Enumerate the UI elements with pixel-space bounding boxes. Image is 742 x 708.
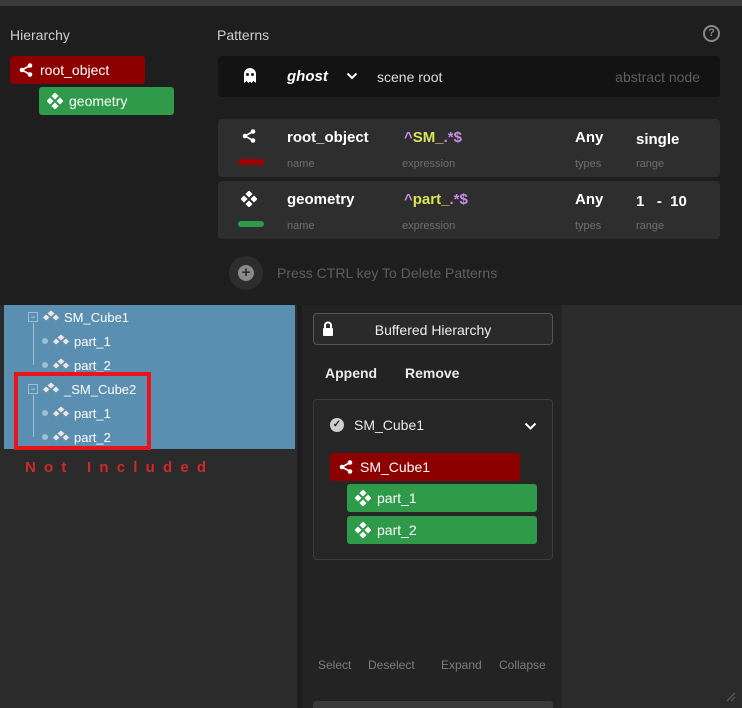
pattern-range[interactable]: 1 - 10 xyxy=(636,193,687,210)
pattern-types[interactable]: Any xyxy=(575,191,603,208)
hierarchy-node-root-object[interactable]: root_object xyxy=(10,56,145,84)
chevron-down-icon[interactable] xyxy=(346,69,358,87)
expression-caret: ^ xyxy=(404,129,413,146)
tree-item-part-1[interactable]: part_1 xyxy=(42,331,111,351)
hierarchy-node-label: geometry xyxy=(69,93,128,109)
pattern-expression[interactable]: ^SM_.*$ xyxy=(404,129,462,146)
hierarchy-node-label: root_object xyxy=(40,62,110,78)
tree-item-label: SM_Cube1 xyxy=(64,309,130,325)
buffered-node-part-1[interactable]: part_1 xyxy=(347,484,537,512)
pattern-expression[interactable]: ^part_.*$ xyxy=(404,191,468,208)
chevron-down-icon[interactable] xyxy=(524,419,537,437)
pattern-name[interactable]: root_object xyxy=(287,129,369,146)
mesh-group-icon xyxy=(42,309,60,326)
tree-dot xyxy=(42,362,48,368)
remove-button[interactable]: Remove xyxy=(405,365,459,381)
diamond-cluster-icon xyxy=(355,490,371,506)
pattern-types[interactable]: Any xyxy=(575,129,603,146)
ghost-name: ghost xyxy=(287,68,328,85)
empty-area xyxy=(562,305,742,708)
pattern-range[interactable]: single xyxy=(636,131,679,148)
pattern-name[interactable]: geometry xyxy=(287,191,355,208)
help-icon[interactable]: ? xyxy=(703,25,720,42)
pattern-row-geometry[interactable]: geometry ^part_.*$ Any 1 - 10 name expre… xyxy=(218,181,720,239)
mesh-icon xyxy=(52,357,70,374)
app-window: Hierarchy Patterns ? root_object geometr… xyxy=(0,0,742,708)
buffered-hierarchy-button[interactable]: Buffered Hierarchy xyxy=(313,313,553,345)
check-circle-icon: ✓ xyxy=(330,418,344,432)
ghost-icon xyxy=(242,67,258,90)
tree-item-label: part_2 xyxy=(74,357,111,373)
expression-wildcard: .*$ xyxy=(443,129,462,146)
mesh-icon xyxy=(52,333,70,350)
types-caption: types xyxy=(575,158,602,170)
append-button[interactable]: Append xyxy=(325,365,377,381)
expression-text: part_ xyxy=(412,191,450,208)
range-caption: range xyxy=(636,220,665,232)
range-caption: range xyxy=(636,158,665,170)
expression-caret: ^ xyxy=(404,191,413,208)
buffered-node-part-2[interactable]: part_2 xyxy=(347,516,537,544)
expression-wildcard: .*$ xyxy=(449,191,468,208)
expression-caption: expression xyxy=(402,158,456,170)
diamond-cluster-icon xyxy=(47,93,63,109)
color-swatch[interactable] xyxy=(238,159,264,165)
name-caption: name xyxy=(287,158,315,170)
collapse-toggle-icon[interactable]: − xyxy=(28,312,38,322)
diamond-cluster-icon xyxy=(355,522,371,538)
color-swatch[interactable] xyxy=(238,221,264,227)
pattern-row-root-object[interactable]: root_object ^SM_.*$ Any single name expr… xyxy=(218,119,720,177)
add-pattern-button[interactable]: + xyxy=(229,256,263,290)
buffered-node-label: part_1 xyxy=(377,490,417,506)
share-icon xyxy=(18,62,34,78)
ghost-abstract-node-field[interactable]: abstract node xyxy=(615,69,700,85)
buffered-hierarchy-label: Buffered Hierarchy xyxy=(374,322,492,338)
not-included-annotation: Not Included xyxy=(25,459,215,476)
name-caption: name xyxy=(287,220,315,232)
resize-grip-icon[interactable] xyxy=(722,688,736,707)
tree-line xyxy=(33,323,34,365)
buffered-item-title: SM_Cube1 xyxy=(354,417,425,433)
ghost-pattern-bar[interactable]: ghost scene root abstract node xyxy=(218,56,720,97)
deselect-button[interactable]: Deselect xyxy=(368,658,415,672)
share-icon xyxy=(338,459,354,475)
hierarchy-node-geometry[interactable]: geometry xyxy=(39,87,174,115)
tree-dot xyxy=(42,338,48,344)
plus-icon: + xyxy=(238,265,254,281)
tree-item-sm-cube1[interactable]: − SM_Cube1 xyxy=(28,307,129,327)
expression-text: SM_ xyxy=(412,129,444,146)
expression-caption: expression xyxy=(402,220,456,232)
buffered-node-sm-cube1[interactable]: SM_Cube1 xyxy=(330,453,520,481)
diamond-cluster-icon xyxy=(240,190,258,212)
collapse-button[interactable]: Collapse xyxy=(499,658,546,672)
types-caption: types xyxy=(575,220,602,232)
select-button[interactable]: Select xyxy=(318,658,351,672)
buffered-node-label: SM_Cube1 xyxy=(360,459,431,475)
ghost-scope: scene root xyxy=(377,69,443,85)
tree-item-label: part_1 xyxy=(74,333,111,349)
share-icon xyxy=(242,129,256,148)
delete-hint: Press CTRL key To Delete Patterns xyxy=(277,265,498,281)
not-included-highlight xyxy=(14,372,151,450)
bottom-bar xyxy=(313,701,553,708)
patterns-label: Patterns xyxy=(217,27,270,43)
buffered-node-label: part_2 xyxy=(377,522,417,538)
expand-button[interactable]: Expand xyxy=(441,658,482,672)
buffered-item-header[interactable]: ✓ SM_Cube1 xyxy=(330,417,424,433)
hierarchy-label: Hierarchy xyxy=(10,27,70,43)
